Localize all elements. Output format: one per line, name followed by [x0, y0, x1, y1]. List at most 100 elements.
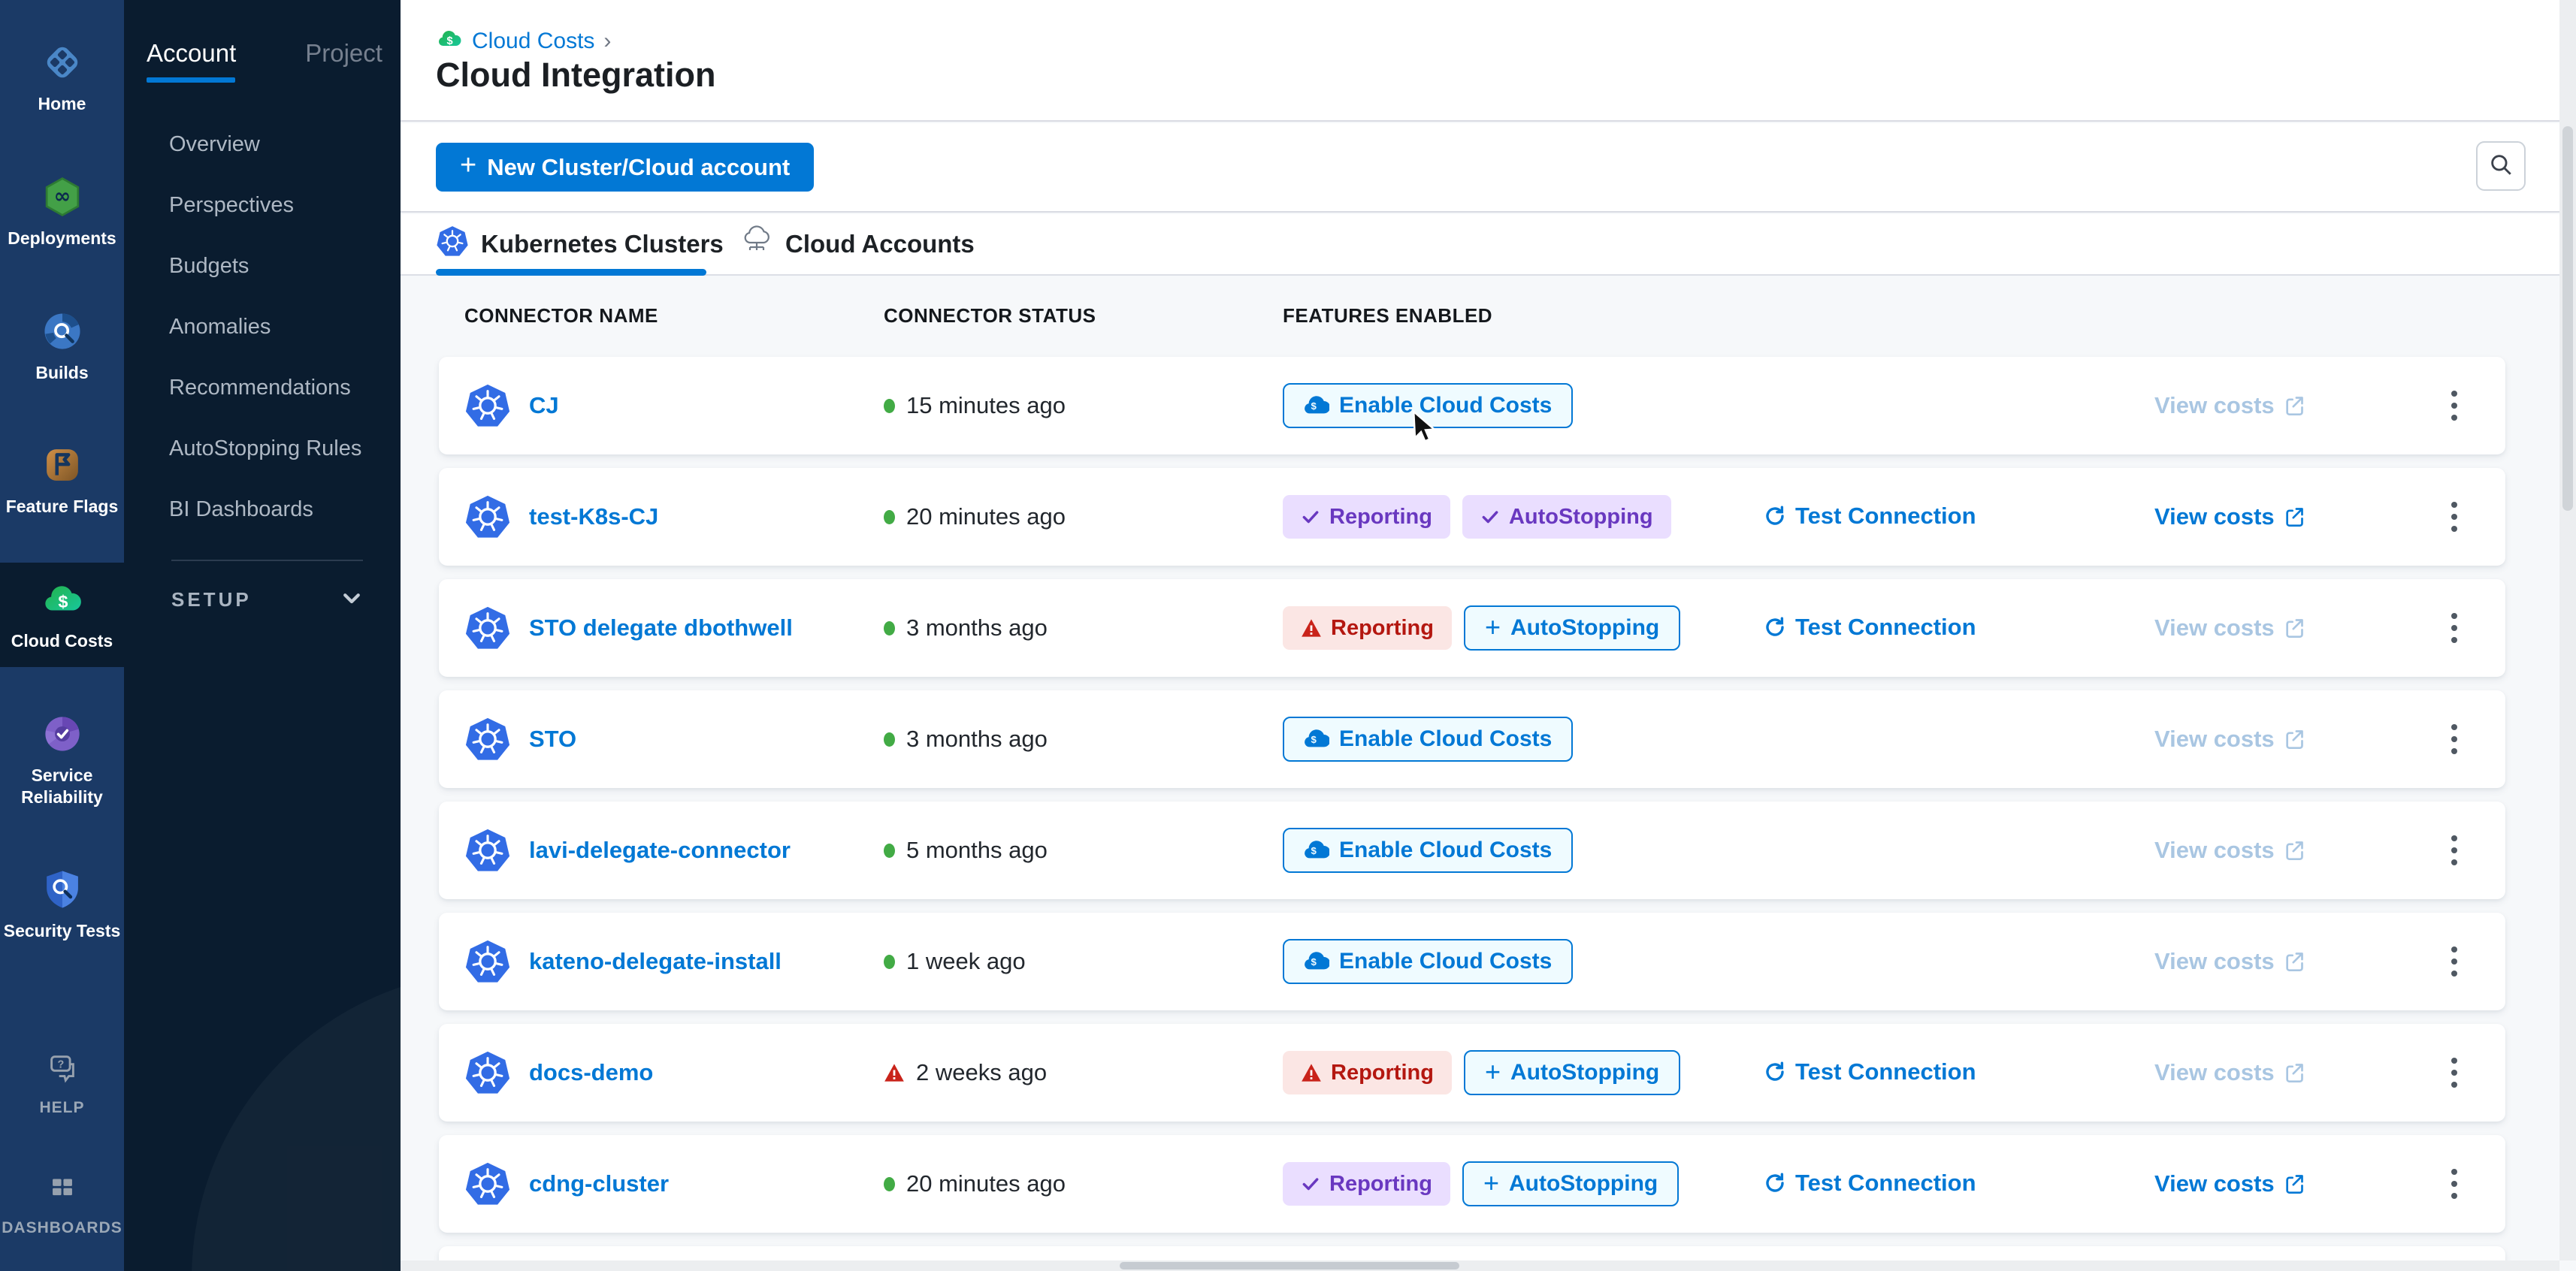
- view-costs-link[interactable]: View costs: [2154, 503, 2305, 530]
- tab-cloud-accounts[interactable]: Cloud Accounts: [740, 225, 975, 264]
- connector-name-link[interactable]: cdng-cluster: [529, 1170, 669, 1197]
- kebab-menu-button[interactable]: [2439, 717, 2469, 762]
- view-costs-cell: View costs: [2154, 837, 2402, 864]
- enable-cloud-costs-button[interactable]: $Enable Cloud Costs: [1283, 717, 1573, 762]
- tab-label: Kubernetes Clusters: [481, 230, 724, 258]
- connector-table: CONNECTOR NAME CONNECTOR STATUS FEATURES…: [401, 276, 2576, 1271]
- test-connection-label: Test Connection: [1795, 503, 1976, 530]
- button-label: AutoStopping: [1510, 615, 1659, 641]
- sidebar-item-help[interactable]: ? HELP: [0, 1031, 124, 1133]
- status-ok-dot: [884, 955, 895, 969]
- cloud-dollar-icon: $: [1304, 729, 1329, 749]
- kebab-menu-button[interactable]: [2439, 1050, 2469, 1095]
- enable-cloud-costs-button[interactable]: $Enable Cloud Costs: [1283, 828, 1573, 873]
- view-costs-link[interactable]: View costs: [2154, 837, 2305, 864]
- page-header: $ Cloud Costs › Cloud Integration: [401, 0, 2576, 122]
- features-enabled-cell: Reporting+AutoStopping: [1283, 1161, 1734, 1206]
- horizontal-scrollbar[interactable]: [401, 1260, 2559, 1271]
- view-costs-cell: View costs: [2154, 1059, 2402, 1086]
- module-rail: Home ∞ Deployments Builds Feature Flags …: [0, 0, 124, 1271]
- sidebar-item-home[interactable]: Home: [0, 26, 124, 130]
- sidebar-item-autostopping-rules[interactable]: AutoStopping Rules: [124, 418, 401, 479]
- view-costs-link[interactable]: View costs: [2154, 1059, 2305, 1086]
- service-reliability-icon: [41, 712, 84, 756]
- sidebar-item-overview[interactable]: Overview: [124, 114, 401, 175]
- column-header-connector-status: CONNECTOR STATUS: [884, 304, 1096, 328]
- new-cluster-cloud-account-button[interactable]: + New Cluster/Cloud account: [436, 143, 814, 192]
- cloud-dollar-icon: $: [1304, 952, 1329, 971]
- enable-cloud-costs-button[interactable]: $Enable Cloud Costs: [1283, 939, 1573, 984]
- badge-label: Reporting: [1329, 505, 1432, 530]
- connector-name-link[interactable]: CJ: [529, 392, 559, 419]
- sidebar-item-security-tests[interactable]: Security Tests: [0, 853, 124, 957]
- sidebar-item-deployments[interactable]: ∞ Deployments: [0, 160, 124, 264]
- test-connection-cell: Test Connection: [1734, 1058, 2154, 1087]
- add-autostopping-button[interactable]: +AutoStopping: [1464, 605, 1680, 651]
- sidebar-item-perspectives[interactable]: Perspectives: [124, 175, 401, 236]
- test-connection-link[interactable]: Test Connection: [1764, 503, 1976, 530]
- view-costs-cell: View costs: [2154, 614, 2402, 642]
- sidebar-item-dashboards[interactable]: DASHBOARDS: [0, 1151, 124, 1253]
- enable-cloud-costs-button[interactable]: $Enable Cloud Costs: [1283, 383, 1573, 428]
- tab-project[interactable]: Project: [305, 39, 382, 78]
- sidebar-item-bi-dashboards[interactable]: BI Dashboards: [124, 479, 401, 540]
- sidebar-item-cloud-costs[interactable]: $ Cloud Costs: [0, 563, 124, 667]
- kebab-menu-button[interactable]: [2439, 939, 2469, 984]
- test-connection-link[interactable]: Test Connection: [1764, 1170, 1976, 1197]
- sidebar-item-builds[interactable]: Builds: [0, 294, 124, 399]
- setup-section-toggle[interactable]: SETUP: [171, 587, 363, 613]
- connector-name-link[interactable]: STO: [529, 726, 576, 753]
- connector-status-cell: 20 minutes ago: [884, 503, 1283, 530]
- connector-name-link[interactable]: lavi-delegate-connector: [529, 837, 791, 864]
- subnav-watermark: [192, 971, 401, 1271]
- row-menu-cell: [2402, 717, 2505, 762]
- sidebar-item-recommendations[interactable]: Recommendations: [124, 358, 401, 418]
- tab-account[interactable]: Account: [147, 39, 236, 78]
- kebab-menu-button[interactable]: [2439, 383, 2469, 428]
- warning-icon: [1301, 618, 1322, 638]
- features-enabled-cell: Reporting+AutoStopping: [1283, 605, 1734, 651]
- sidebar-item-feature-flags[interactable]: Feature Flags: [0, 428, 124, 533]
- view-costs-link[interactable]: View costs: [2154, 614, 2305, 642]
- plus-icon: +: [1483, 1167, 1499, 1199]
- test-connection-link[interactable]: Test Connection: [1764, 614, 1976, 641]
- sidebar-item-label: Home: [38, 93, 86, 115]
- badge-label: AutoStopping: [1509, 505, 1653, 530]
- search-button[interactable]: [2476, 141, 2526, 191]
- vertical-scrollbar-thumb[interactable]: [2562, 126, 2573, 511]
- view-costs-link[interactable]: View costs: [2154, 726, 2305, 753]
- row-menu-cell: [2402, 494, 2505, 539]
- test-connection-label: Test Connection: [1795, 1058, 1976, 1085]
- external-link-icon: [2284, 395, 2305, 416]
- status-text: 5 months ago: [906, 837, 1048, 864]
- status-ok-dot: [884, 1177, 895, 1191]
- check-icon: [1480, 507, 1500, 527]
- connector-name-cell: CJ: [464, 382, 884, 429]
- kebab-menu-button[interactable]: [2439, 828, 2469, 873]
- breadcrumb: $ Cloud Costs ›: [436, 26, 611, 56]
- add-autostopping-button[interactable]: +AutoStopping: [1462, 1161, 1679, 1206]
- warning-icon: [1301, 1063, 1322, 1082]
- test-connection-link[interactable]: Test Connection: [1764, 1058, 1976, 1085]
- vertical-scrollbar[interactable]: [2559, 0, 2576, 1260]
- connector-status-cell: 5 months ago: [884, 837, 1283, 864]
- view-costs-link[interactable]: View costs: [2154, 1170, 2305, 1197]
- sidebar-item-budgets[interactable]: Budgets: [124, 236, 401, 297]
- connector-name-link[interactable]: STO delegate dbothwell: [529, 614, 793, 642]
- connector-name-link[interactable]: kateno-delegate-install: [529, 948, 782, 975]
- kebab-menu-button[interactable]: [2439, 605, 2469, 651]
- external-link-icon: [2284, 951, 2305, 972]
- add-autostopping-button[interactable]: +AutoStopping: [1464, 1050, 1680, 1095]
- horizontal-scrollbar-thumb[interactable]: [1120, 1262, 1459, 1269]
- sidebar-item-service-reliability[interactable]: Service Reliability: [0, 697, 124, 823]
- tab-kubernetes-clusters[interactable]: Kubernetes Clusters: [436, 225, 724, 264]
- view-costs-link[interactable]: View costs: [2154, 948, 2305, 975]
- kebab-menu-button[interactable]: [2439, 1161, 2469, 1206]
- kebab-menu-button[interactable]: [2439, 494, 2469, 539]
- sidebar-item-anomalies[interactable]: Anomalies: [124, 297, 401, 358]
- connector-name-link[interactable]: docs-demo: [529, 1059, 653, 1086]
- test-connection-cell: Test Connection: [1734, 614, 2154, 642]
- breadcrumb-cloud-costs[interactable]: Cloud Costs: [472, 29, 594, 54]
- view-costs-link[interactable]: View costs: [2154, 392, 2305, 419]
- connector-name-link[interactable]: test-K8s-CJ: [529, 503, 658, 530]
